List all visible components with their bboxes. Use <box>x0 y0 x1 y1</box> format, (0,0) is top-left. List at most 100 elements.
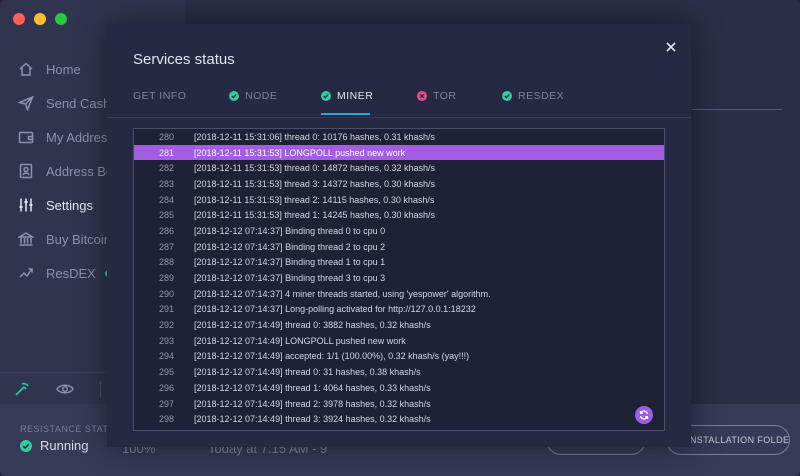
eye-icon[interactable] <box>56 383 74 395</box>
running-label: Running <box>40 438 89 453</box>
tab-label: MINER <box>337 90 374 102</box>
refresh-button[interactable] <box>635 406 653 424</box>
log-line-number: 288 <box>158 257 174 268</box>
log-line-number: 283 <box>158 178 174 189</box>
modal-title: Services status <box>133 51 235 68</box>
log-row: 285 [2018-12-11 15:31:53] thread 1: 14245… <box>134 207 664 223</box>
log-line-text: [2018-12-12 07:14:37] Binding thread 2 t… <box>194 241 386 252</box>
tabs-divider <box>107 117 691 118</box>
error-circle-icon <box>417 91 427 101</box>
log-line-text: [2018-12-11 15:31:53] thread 1: 14245 ha… <box>194 210 436 221</box>
log-line-text: [2018-12-12 07:14:49] thread 0: 31 hashe… <box>194 367 421 378</box>
app-window: Home Send Cash My Addresses Address Book… <box>0 0 800 476</box>
tab-resdex[interactable]: RESDEX <box>502 90 564 116</box>
log-row: 281 [2018-12-11 15:31:53] LONGPOLL pushed… <box>134 144 664 161</box>
log-row: 289 [2018-12-12 07:14:37] Binding thread … <box>134 270 664 286</box>
sidebar-item-label: Home <box>46 61 81 77</box>
log-line-number: 286 <box>158 225 174 236</box>
log-line-text: [2018-12-12 07:14:37] 4 miner threads st… <box>194 288 491 299</box>
log-row: 288 [2018-12-12 07:14:37] Binding thread … <box>134 255 664 271</box>
log-line-number: 294 <box>158 351 174 362</box>
log-line-text: [2018-12-11 15:31:53] thread 0: 14872 ha… <box>194 163 436 174</box>
bank-icon <box>17 231 35 247</box>
check-circle-icon <box>321 91 331 101</box>
log-line-number: 291 <box>158 304 174 315</box>
log-line-text: [2018-12-12 07:14:37] Binding thread 1 t… <box>194 257 386 268</box>
log-row: 298 [2018-12-12 07:14:49] thread 3: 3924 … <box>134 411 664 427</box>
services-status-modal: Services status GET INFO NODE MINER TOR … <box>107 24 691 447</box>
log-line-text: [2018-12-11 15:31:53] thread 2: 14115 ha… <box>194 194 435 205</box>
service-tabs: GET INFO NODE MINER TOR RESDEX <box>133 90 691 116</box>
sidebar-item-label: ResDEX <box>46 265 96 281</box>
tab-get-info[interactable]: GET INFO <box>133 90 186 116</box>
log-line-text: [2018-12-12 07:14:49] LONGPOLL pushed ne… <box>194 335 406 346</box>
check-circle-icon <box>229 91 239 101</box>
tab-node[interactable]: NODE <box>229 90 277 116</box>
sidebar-item-label: Send Cash <box>46 95 111 111</box>
log-row: 287 [2018-12-12 07:14:37] Binding thread … <box>134 239 664 255</box>
close-icon[interactable] <box>663 39 679 55</box>
log-line-number: 298 <box>158 414 174 425</box>
log-row: 292 [2018-12-12 07:14:49] thread 0: 3882 … <box>134 317 664 333</box>
log-line-number: 284 <box>158 194 174 205</box>
log-row: 294 [2018-12-12 07:14:49] accepted: 1/1 (… <box>134 349 664 365</box>
log-row: 282 [2018-12-11 15:31:53] thread 0: 14872… <box>134 160 664 176</box>
toolbar-divider <box>100 380 101 397</box>
log-line-text: [2018-12-12 07:14:49] thread 1: 4064 has… <box>194 382 431 393</box>
log-line-text: [2018-12-12 07:14:37] Binding thread 0 t… <box>194 225 386 236</box>
tab-label: GET INFO <box>133 90 187 102</box>
log-row: 291 [2018-12-12 07:14:37] Long-polling ac… <box>134 302 664 318</box>
log-row: 296 [2018-12-12 07:14:49] thread 1: 4064 … <box>134 380 664 396</box>
log-line-text: [2018-12-12 07:14:49] thread 2: 3978 has… <box>194 398 431 409</box>
log-row: 293 [2018-12-12 07:14:49] LONGPOLL pushed… <box>134 333 664 349</box>
log-row: 286 [2018-12-12 07:14:37] Binding thread … <box>134 223 664 239</box>
log-line-number: 280 <box>158 131 174 142</box>
miner-log[interactable]: 280 [2018-12-11 15:31:06] thread 0: 10176… <box>133 128 665 431</box>
maximize-window-button[interactable] <box>55 13 67 25</box>
check-circle-icon <box>20 439 32 452</box>
minimize-window-button[interactable] <box>34 13 46 25</box>
log-line-number: 293 <box>158 335 174 346</box>
sidebar-item-label: Settings <box>46 197 93 213</box>
window-controls <box>13 13 67 25</box>
log-row: 295 [2018-12-12 07:14:49] thread 0: 31 ha… <box>134 364 664 380</box>
send-icon <box>17 95 35 111</box>
close-window-button[interactable] <box>13 13 25 25</box>
log-line-number: 290 <box>158 288 174 299</box>
settings-sliders-icon <box>17 197 35 213</box>
log-line-number: 281 <box>158 147 174 158</box>
log-line-number: 289 <box>158 273 174 284</box>
tab-label: TOR <box>433 90 457 102</box>
log-line-text: [2018-12-12 07:14:37] Long-polling activ… <box>194 304 476 315</box>
log-line-text: [2018-12-11 15:31:06] thread 0: 10176 ha… <box>194 131 436 142</box>
active-tab-indicator <box>321 113 370 115</box>
log-line-number: 287 <box>158 241 174 252</box>
wallet-icon <box>17 129 35 145</box>
log-row: 297 [2018-12-12 07:14:49] thread 2: 3978 … <box>134 396 664 412</box>
log-row: 284 [2018-12-11 15:31:53] thread 2: 14115… <box>134 192 664 208</box>
running-status: Running <box>20 438 88 453</box>
log-line-text: [2018-12-12 07:14:49] thread 3: 3924 has… <box>194 414 431 425</box>
address-book-icon <box>17 163 35 179</box>
log-row: 283 [2018-12-11 15:31:53] thread 3: 14372… <box>134 176 664 192</box>
log-line-number: 296 <box>158 382 174 393</box>
tab-label: RESDEX <box>518 90 565 102</box>
log-row: 290 [2018-12-12 07:14:37] 4 miner threads… <box>134 286 664 302</box>
log-line-number: 292 <box>158 320 174 331</box>
log-line-number: 285 <box>158 210 174 221</box>
refresh-icon <box>639 410 649 420</box>
log-line-text: [2018-12-11 15:31:53] LONGPOLL pushed ne… <box>194 147 406 158</box>
tab-label: NODE <box>245 90 278 102</box>
log-line-text: [2018-12-12 07:14:49] accepted: 1/1 (100… <box>194 351 470 362</box>
log-line-text: [2018-12-11 15:31:53] thread 3: 14372 ha… <box>194 178 436 189</box>
home-icon <box>17 61 35 77</box>
log-line-number: 297 <box>158 398 174 409</box>
mining-icon[interactable] <box>14 381 30 397</box>
log-line-number: 295 <box>158 367 174 378</box>
log-line-number: 282 <box>158 163 174 174</box>
sidebar-item-label: Buy Bitcoin <box>46 231 112 247</box>
log-line-text: [2018-12-12 07:14:37] Binding thread 3 t… <box>194 273 386 284</box>
resdex-icon <box>17 265 35 281</box>
background-input-field[interactable] <box>692 80 782 110</box>
tab-tor[interactable]: TOR <box>417 90 456 116</box>
